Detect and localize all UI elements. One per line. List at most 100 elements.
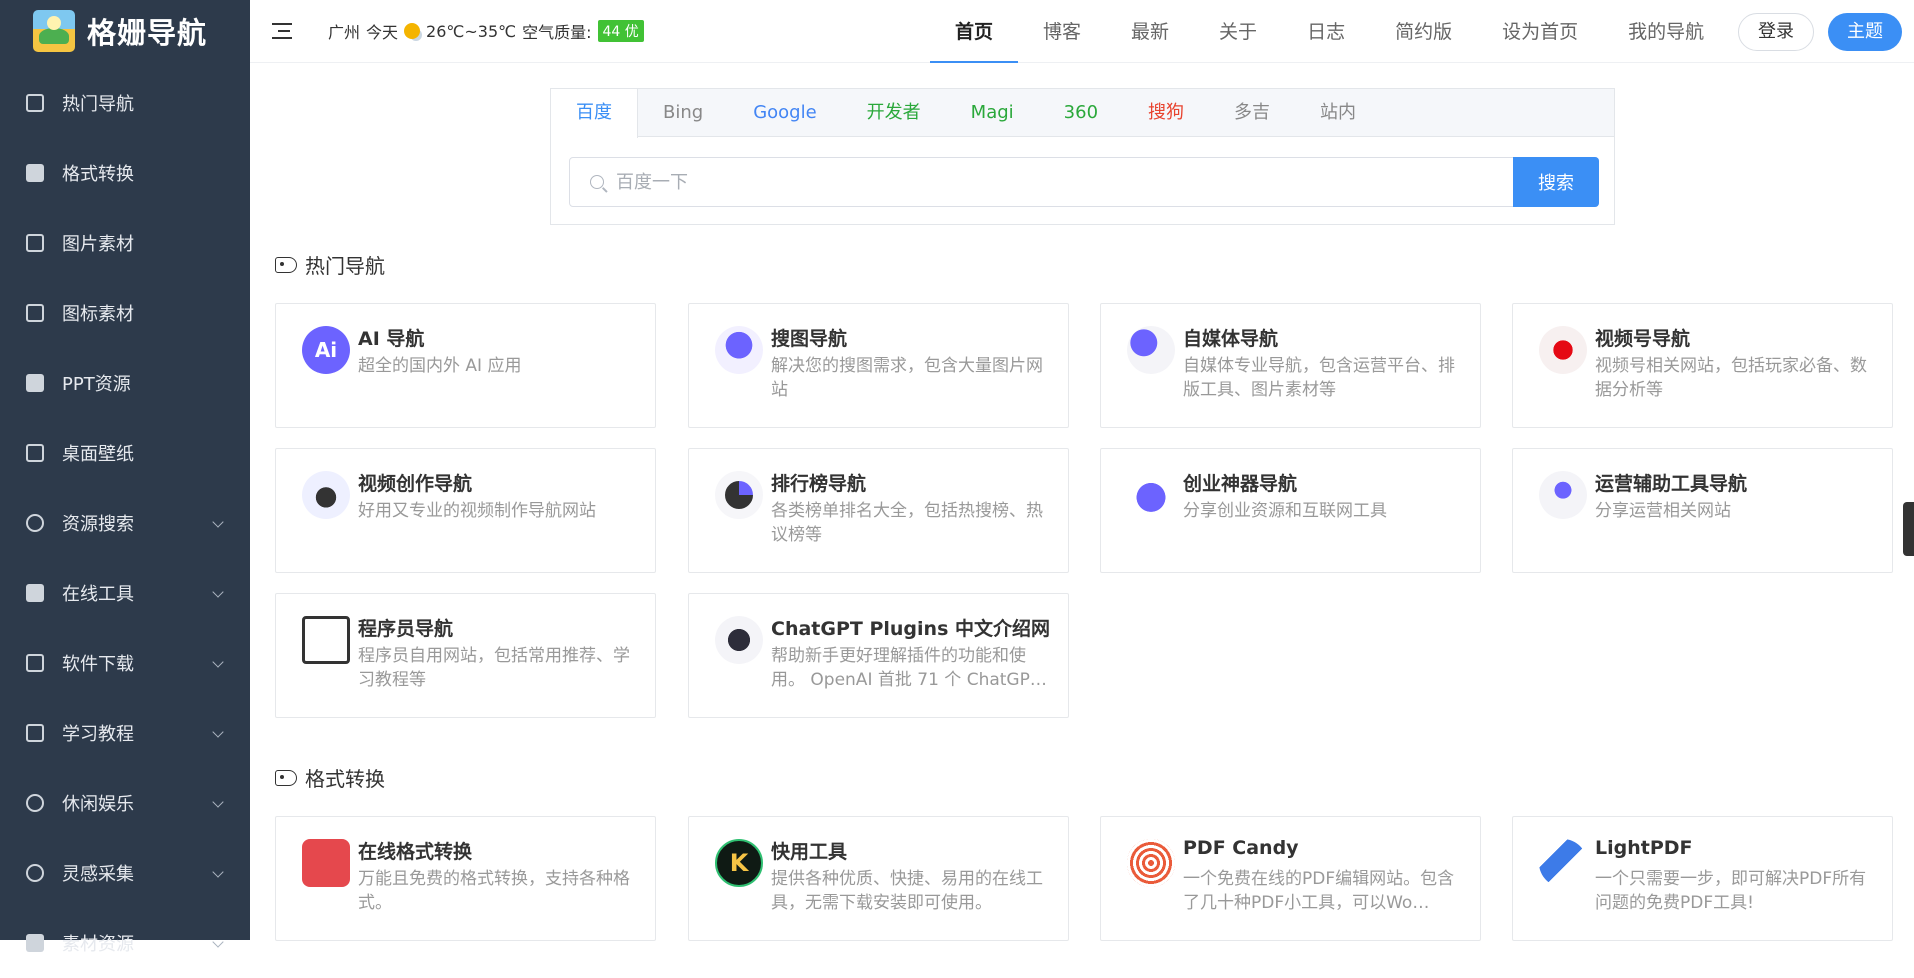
- search-tab-6[interactable]: 360: [1039, 89, 1123, 136]
- sidebar-item-4[interactable]: 图标素材: [0, 278, 250, 348]
- nav-card[interactable]: 搜图导航解决您的搜图需求，包含大量图片网站: [688, 303, 1069, 428]
- nav-card[interactable]: 视频号导航 视频号相关网站，包括玩家必备、数据分析等: [1512, 303, 1893, 428]
- tools-icon: [26, 584, 44, 602]
- sidebar-item-5[interactable]: PPT资源: [0, 348, 250, 418]
- nav-card[interactable]: 排行榜导航 各类榜单排名大全，包括热搜榜、热议榜等: [688, 448, 1069, 573]
- sidebar: 格姗导航 热门导航格式转换图片素材图标素材 PPT资源桌面壁纸 资源搜索 在线工具 软件…: [0, 0, 250, 955]
- chevron-down-icon: [212, 936, 224, 948]
- sidebar-item-label: 休闲娱乐: [62, 794, 134, 815]
- top-nav-item-1[interactable]: 首页: [930, 0, 1019, 63]
- sidebar-item-13[interactable]: 素材资源: [0, 908, 250, 978]
- shirt-icon: [26, 374, 44, 392]
- top-header: 广州 今天 26℃~35℃ 空气质量: 44 优 首页 博客 最新 关于 日志 简约版 设为…: [250, 0, 1914, 63]
- aqi-label: 空气质量:: [522, 23, 592, 42]
- sidebar-item-label: PPT资源: [62, 374, 131, 395]
- card-description: 解决您的搜图需求，包含大量图片网站: [771, 356, 1043, 400]
- nav-card[interactable]: 创业神器导航 分享创业资源和互联网工具: [1100, 448, 1481, 573]
- card-description: 万能且免费的格式转换，支持各种格式。: [358, 869, 630, 913]
- search-button[interactable]: 搜索: [1513, 157, 1599, 207]
- search-tab-2[interactable]: Bing: [638, 89, 728, 136]
- section-title-text: 格式转换: [305, 767, 385, 791]
- sidebar-item-11[interactable]: 休闲娱乐: [0, 768, 250, 838]
- top-nav-item-2[interactable]: 博客: [1018, 0, 1106, 63]
- theme-button[interactable]: 主题: [1828, 13, 1902, 51]
- sidebar-item-2[interactable]: 格式转换: [0, 138, 250, 208]
- weather-city: 广州: [328, 23, 361, 42]
- top-nav-item-3[interactable]: 最新: [1106, 0, 1194, 63]
- card-title: ChatGPT Plugins 中文介绍网: [771, 618, 1050, 640]
- search-icon: [26, 514, 44, 532]
- card-title: 搜图导航: [771, 328, 848, 350]
- nav-card[interactable]: 自媒体导航 自媒体专业导航，包含运营平台、排版工具、图片素材等: [1100, 303, 1481, 428]
- sidebar-item-7[interactable]: 资源搜索: [0, 488, 250, 558]
- nav-card[interactable]: PDF Candy 一个免费在线的PDF编辑网站。包含了几十种PDF小工具，可以W…: [1100, 816, 1481, 941]
- card-description: 分享运营相关网站: [1595, 501, 1731, 521]
- top-nav-item-4[interactable]: 关于: [1194, 0, 1282, 63]
- video-stack-icon: [302, 471, 350, 519]
- side-drawer-handle[interactable]: [1903, 502, 1914, 556]
- card-description: 程序员自用网站，包括常用推荐、学习教程等: [358, 646, 630, 690]
- card-title: 排行榜导航: [771, 473, 867, 495]
- feather-icon: [1539, 839, 1587, 887]
- sidebar-item-8[interactable]: 在线工具: [0, 558, 250, 628]
- media-person-icon: [1127, 326, 1175, 374]
- search-tab-4[interactable]: 开发者: [842, 89, 946, 136]
- heart-icon: [1127, 471, 1175, 519]
- sidebar-item-9[interactable]: 软件下载: [0, 628, 250, 698]
- card-title: 自媒体导航: [1183, 328, 1279, 350]
- sidebar-item-label: 图标素材: [62, 304, 134, 325]
- card-title: 运营辅助工具导航: [1595, 473, 1748, 495]
- nav-card[interactable]: 视频创作导航 好用又专业的视频制作导航网站: [275, 448, 656, 573]
- sidebar-item-label: 热门导航: [62, 94, 134, 115]
- nav-card[interactable]: LightPDF 一个只需要一步，即可解决PDF所有问题的免费PDF工具!: [1512, 816, 1893, 941]
- login-button[interactable]: 登录: [1738, 13, 1814, 51]
- nav-card[interactable]: ChatGPT Plugins 中文介绍网帮助新手更好理解插件的功能和使用。 O…: [688, 593, 1069, 718]
- weather-temp: 26℃~35℃: [426, 21, 517, 41]
- search-tab-1[interactable]: 百度: [551, 89, 638, 138]
- card-description: 提供各种优质、快捷、易用的在线工具，无需下载安装即可使用。: [771, 869, 1043, 913]
- sidebar-item-3[interactable]: 图片素材: [0, 208, 250, 278]
- nav-card[interactable]: Ai AI 导航 超全的国内外 AI 应用: [275, 303, 656, 428]
- chevron-down-icon: [212, 796, 224, 808]
- brand[interactable]: 格姗导航: [0, 0, 250, 62]
- search-tab-7[interactable]: 搜狗: [1123, 89, 1209, 136]
- card-description: 超全的国内外 AI 应用: [358, 356, 522, 376]
- ai-badge-icon: Ai: [302, 326, 350, 374]
- sidebar-item-label: 图片素材: [62, 234, 134, 255]
- search-tab-5[interactable]: Magi: [946, 89, 1039, 136]
- search-tab-9[interactable]: 站内: [1295, 89, 1381, 136]
- partly-sunny-icon: [404, 23, 421, 39]
- window-icon: [26, 654, 44, 672]
- menu-toggle-icon[interactable]: [272, 22, 294, 40]
- nav-card[interactable]: 程序员导航 程序员自用网站，包括常用推荐、学习教程等: [275, 593, 656, 718]
- search-input[interactable]: [616, 171, 1496, 193]
- balloon-illustration-icon: [715, 326, 763, 374]
- thumbs-up-icon: [26, 94, 44, 112]
- nav-card[interactable]: 运营辅助工具导航 分享运营相关网站: [1512, 448, 1893, 573]
- search-tab-3[interactable]: Google: [728, 89, 841, 136]
- top-nav-item-8[interactable]: 我的导航: [1603, 0, 1729, 63]
- sidebar-item-label: 格式转换: [62, 164, 134, 185]
- sidebar-item-label: 灵感采集: [62, 864, 134, 885]
- top-nav-item-7[interactable]: 设为首页: [1477, 0, 1603, 63]
- sidebar-item-label: 素材资源: [62, 934, 134, 955]
- sidebar-item-6[interactable]: 桌面壁纸: [0, 418, 250, 488]
- weather-widget[interactable]: 广州 今天 26℃~35℃ 空气质量: 44 优: [328, 19, 644, 43]
- pie-chart-person-icon: [715, 471, 763, 519]
- music-note-icon: [26, 794, 44, 812]
- section-title-text: 热门导航: [305, 254, 385, 278]
- card-description: 帮助新手更好理解插件的功能和使用。 OpenAI 首批 71 个 ChatGP…: [771, 646, 1047, 690]
- sidebar-nav: 热门导航格式转换图片素材图标素材 PPT资源桌面壁纸 资源搜索 在线工具 软件下载 学习教…: [0, 68, 250, 978]
- search-tab-8[interactable]: 多吉: [1209, 89, 1295, 136]
- top-nav-item-5[interactable]: 日志: [1282, 0, 1370, 63]
- card-description: 好用又专业的视频制作导航网站: [358, 501, 596, 521]
- nav-card[interactable]: K 快用工具 提供各种优质、快捷、易用的在线工具，无需下载安装即可使用。: [688, 816, 1069, 941]
- sidebar-item-10[interactable]: 学习教程: [0, 698, 250, 768]
- nav-card[interactable]: 在线格式转换万能且免费的格式转换，支持各种格式。: [275, 816, 656, 941]
- sidebar-item-12[interactable]: 灵感采集: [0, 838, 250, 908]
- top-nav-item-6[interactable]: 简约版: [1370, 0, 1477, 63]
- chevron-down-icon: [212, 866, 224, 878]
- sidebar-item-1[interactable]: 热门导航: [0, 68, 250, 138]
- card-title: 在线格式转换: [358, 841, 473, 863]
- chevron-down-icon: [212, 516, 224, 528]
